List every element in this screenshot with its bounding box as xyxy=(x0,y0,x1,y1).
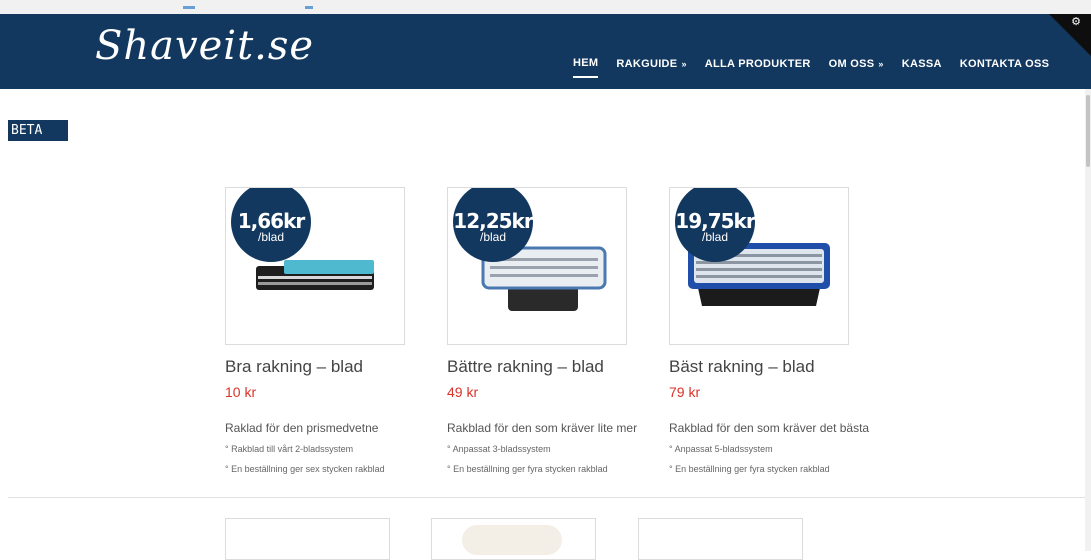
site-logo[interactable]: Shaveit.se xyxy=(95,22,314,70)
product-name[interactable]: Bäst rakning – blad xyxy=(669,357,904,377)
site-header: Shaveit.se HEM RAKGUIDE » ALLA PRODUKTER… xyxy=(0,14,1091,89)
chevron-down-icon: » xyxy=(878,58,884,69)
product-feature: ° Anpassat 5-bladssystem xyxy=(669,444,773,454)
nav-label: ALLA PRODUKTER xyxy=(704,57,811,70)
product-image[interactable] xyxy=(638,518,803,560)
beta-label: BETA xyxy=(8,120,68,141)
product-card: 19,75kr /blad Bäst rakning – blad 79 kr … xyxy=(669,187,904,475)
product-description: Rakblad för den som kräver lite mer xyxy=(447,421,638,435)
nav-label: KASSA xyxy=(901,57,942,70)
nav-item-kassa[interactable]: KASSA xyxy=(902,57,942,71)
browser-top-strip xyxy=(0,0,1091,14)
product-image[interactable]: 19,75kr /blad xyxy=(669,187,849,345)
section-divider xyxy=(8,497,1085,498)
strip-marker xyxy=(183,6,195,9)
product-feature: ° En beställning ger fyra stycken rakbla… xyxy=(447,464,608,474)
product-description: Raklad för den prismedvetne xyxy=(225,421,379,435)
product-image[interactable] xyxy=(431,518,596,560)
corner-ribbon[interactable] xyxy=(1049,14,1091,56)
nav-label: KONTAKTA OSS xyxy=(959,57,1050,70)
badge-price: 1,66kr xyxy=(237,209,306,233)
badge-price: 12,25kr xyxy=(453,209,533,233)
badge-price: 19,75kr xyxy=(675,209,755,233)
product-image[interactable]: 12,25kr /blad xyxy=(447,187,627,345)
product-name[interactable]: Bättre rakning – blad xyxy=(447,357,682,377)
gear-icon[interactable]: ⚙ xyxy=(1071,17,1081,28)
product-price: 10 kr xyxy=(225,384,257,400)
product-image[interactable] xyxy=(225,518,390,560)
nav-item-rakguide[interactable]: RAKGUIDE » xyxy=(616,57,686,71)
product-description: Rakblad för den som kräver det bästa xyxy=(669,421,870,435)
product-feature: ° Anpassat 3-bladssystem xyxy=(447,444,551,454)
chevron-down-icon: » xyxy=(681,58,687,69)
strip-marker xyxy=(305,6,313,9)
product-image[interactable]: 1,66kr /blad xyxy=(225,187,405,345)
product-price: 79 kr xyxy=(669,384,701,400)
nav-label: OM OSS xyxy=(828,57,875,70)
product-card: 1,66kr /blad Bra rakning – blad 10 kr Ra… xyxy=(225,187,460,475)
product-feature: ° Rakblad till vårt 2-bladssystem xyxy=(225,444,354,454)
scrollbar-thumb[interactable] xyxy=(1086,95,1090,167)
nav-item-om-oss[interactable]: OM OSS » xyxy=(829,57,884,71)
nav-item-hem[interactable]: HEM xyxy=(573,56,599,78)
nav-label: HEM xyxy=(573,57,599,69)
main-nav: HEM RAKGUIDE » ALLA PRODUKTER OM OSS » K… xyxy=(573,56,1067,78)
product-price: 49 kr xyxy=(447,384,479,400)
product-feature: ° En beställning ger fyra stycken rakbla… xyxy=(669,464,830,474)
nav-label: RAKGUIDE xyxy=(616,57,678,70)
nav-item-alla-produkter[interactable]: ALLA PRODUKTER xyxy=(705,57,811,71)
product-feature: ° En beställning ger sex stycken rakblad xyxy=(225,464,385,474)
product-card: 12,25kr /blad Bättre rakning – blad 49 k… xyxy=(447,187,682,475)
product-name[interactable]: Bra rakning – blad xyxy=(225,357,460,377)
nav-item-kontakta-oss[interactable]: KONTAKTA OSS xyxy=(960,57,1050,71)
